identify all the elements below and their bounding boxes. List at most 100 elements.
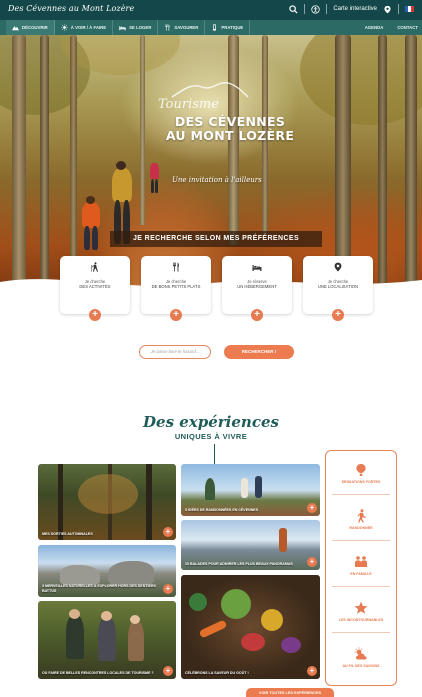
rock-shape	[108, 561, 154, 585]
hero-title-line: DES CÉVENNES	[174, 114, 286, 129]
child-figure	[92, 226, 98, 250]
mountain-logo-icon	[171, 82, 249, 98]
category-randonnee[interactable]: RANDONNÉE	[326, 509, 396, 530]
language-flag-icon[interactable]	[405, 6, 414, 12]
experience-categories: SENSATIONS FORTES RANDONNÉE EN FAMILLE L…	[325, 450, 397, 686]
hero-title: DES CÉVENNES AU MONT LOZÈRE	[150, 115, 310, 143]
experience-tile[interactable]: 3 MERVEILLES NATURELLES À EXPLORER HORS …	[38, 545, 176, 597]
search-button[interactable]: RECHERCHER !	[224, 345, 294, 359]
accessibility-icon[interactable]	[311, 4, 320, 14]
site-logo[interactable]: Des Cévennes au Mont Lozère	[8, 4, 134, 13]
see-all-experiences-button[interactable]: VOIR TOUTES LES EXPÉRIENCES	[246, 688, 334, 697]
nav-item-se-loger[interactable]: SE LOGER	[113, 20, 159, 35]
category-au-fil-des-saisons[interactable]: AU FIL DES SAISONS	[326, 647, 396, 668]
nav-item-decouvrir[interactable]: DÉCOUVRIR	[6, 20, 55, 35]
nav-label: À VOIR / À FAIRE	[70, 25, 107, 30]
divider	[326, 4, 328, 14]
tile-label: 5 IDÉES DE RANDONNÉES EN CÉVENNES	[185, 507, 259, 512]
experience-tile[interactable]: OÙ FAIRE DE BELLES RENCONTRES LOCALES DE…	[38, 601, 176, 679]
nav-link-contact[interactable]: CONTACT	[397, 25, 418, 30]
plus-icon[interactable]: +	[163, 584, 173, 594]
experience-tile[interactable]: 5 IDÉES DE RANDONNÉES EN CÉVENNES +	[181, 464, 320, 516]
plus-icon[interactable]: +	[251, 309, 263, 321]
nav-label: SE LOGER	[129, 25, 152, 30]
plus-icon[interactable]: +	[307, 503, 317, 513]
nav-item-pratique[interactable]: PRATIQUE	[205, 20, 251, 35]
category-en-famille[interactable]: EN FAMILLE	[326, 555, 396, 576]
food-item	[261, 609, 283, 631]
mountain-icon	[12, 26, 19, 31]
card-text: UN HÉBERGEMENT	[237, 284, 277, 289]
map-pin-icon[interactable]	[383, 5, 392, 14]
search-heading: JE RECHERCHE SELON MES PRÉFÉRENCES	[110, 231, 322, 247]
category-sensations-fortes[interactable]: SENSATIONS FORTES	[326, 463, 396, 484]
search-icon[interactable]	[289, 4, 298, 14]
top-bar: Des Cévennes au Mont Lozère Carte intera…	[0, 0, 422, 20]
weather-icon	[354, 647, 367, 660]
plus-icon[interactable]: +	[307, 557, 317, 567]
bed-icon	[252, 265, 262, 271]
divider	[332, 632, 390, 633]
card-localisation[interactable]: Je cherche UNE LOCALISATION +	[303, 256, 373, 321]
hiker-figure	[155, 179, 158, 193]
tile-label: MES SORTIES AUTOMNALES	[42, 531, 93, 536]
category-label: EN FAMILLE	[350, 572, 372, 576]
person-figure	[66, 615, 84, 659]
foliage	[78, 474, 138, 514]
nav-item-a-voir-a-faire[interactable]: À VOIR / À FAIRE	[55, 20, 114, 35]
card-activites[interactable]: Je cherche DES ACTIVITÉS +	[60, 256, 130, 321]
random-search-button[interactable]: Je laisse faire le hasard...	[139, 345, 211, 359]
tree-trunk	[140, 35, 145, 225]
section-subtitle: UNIQUES À VIVRE	[174, 432, 248, 441]
experience-tile[interactable]: CÉLÉBRONS LA SAVEUR DU GOÛT ! +	[181, 575, 320, 679]
food-item	[189, 593, 207, 611]
category-label: SENSATIONS FORTES	[341, 480, 381, 484]
main-navigation: DÉCOUVRIR À VOIR / À FAIRE SE LOGER SAVO…	[0, 20, 422, 35]
hero-script-text: Tourisme	[158, 97, 219, 112]
category-label: AU FIL DES SAISONS	[342, 664, 380, 668]
fork-knife-icon	[165, 24, 170, 31]
plus-icon[interactable]: +	[170, 309, 182, 321]
hiker-figure	[255, 476, 262, 498]
food-item	[198, 619, 228, 639]
card-text: DES ACTIVITÉS	[79, 284, 111, 289]
experience-tile[interactable]: MES SORTIES AUTOMNALES +	[38, 464, 176, 540]
search-cards: Je cherche DES ACTIVITÉS + Je cherche DE…	[0, 256, 422, 322]
nav-link-agenda[interactable]: AGENDA	[365, 25, 384, 30]
sun-icon	[61, 24, 68, 31]
hero-subtitle: Une invitation à l'ailleurs	[172, 176, 262, 184]
top-utilities: Carte interactive	[289, 4, 414, 14]
plus-icon[interactable]: +	[163, 527, 173, 537]
bed-icon	[119, 26, 126, 31]
section-divider-line	[214, 444, 215, 464]
food-item	[221, 589, 251, 619]
divider	[304, 4, 306, 14]
card-hebergement[interactable]: Je réserve UN HÉBERGEMENT +	[222, 256, 292, 321]
info-icon	[213, 24, 217, 31]
interactive-map-link[interactable]: Carte interactive	[333, 6, 377, 12]
family-icon	[355, 556, 367, 567]
star-icon	[354, 601, 368, 614]
person-figure	[128, 621, 144, 661]
plus-icon[interactable]: +	[163, 666, 173, 676]
hiker-figure	[241, 478, 248, 498]
nav-item-savourer[interactable]: SAVOURER	[158, 20, 206, 35]
hiker-figure	[112, 168, 132, 202]
tree-trunk	[70, 35, 77, 265]
food-item	[241, 633, 265, 651]
tile-label: 3 MERVEILLES NATURELLES À EXPLORER HORS …	[42, 584, 156, 593]
plus-icon[interactable]: +	[332, 309, 344, 321]
rock-shape	[60, 565, 100, 585]
plus-icon[interactable]: +	[307, 666, 317, 676]
hiker-figure	[151, 179, 154, 193]
card-text: UNE LOCALISATION	[317, 284, 359, 289]
divider	[332, 586, 390, 587]
child-figure	[84, 226, 90, 250]
experience-tile[interactable]: 10 BALADES POUR ADMIRER LES PLUS BEAUX P…	[181, 520, 320, 570]
card-bons-petits-plats[interactable]: Je cherche DE BONS PETITS PLATS +	[141, 256, 211, 321]
divider	[332, 540, 390, 541]
category-label: RANDONNÉE	[349, 526, 373, 530]
plus-icon[interactable]: +	[89, 309, 101, 321]
tree-shape	[205, 478, 215, 500]
category-incontournables[interactable]: LES INCONTOURNABLES	[326, 601, 396, 622]
